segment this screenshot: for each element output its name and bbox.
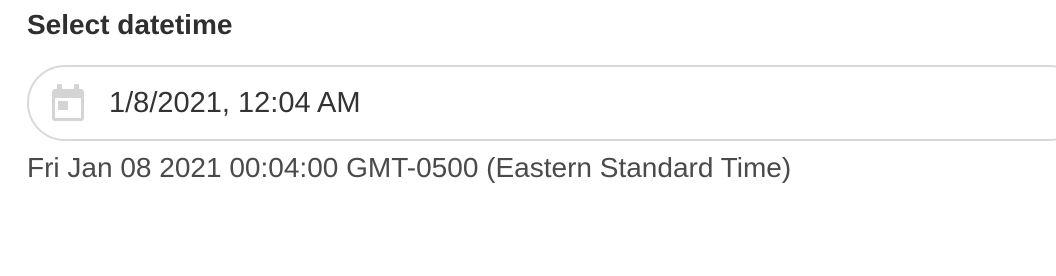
calendar-icon[interactable] (50, 82, 86, 124)
datetime-input[interactable]: 1/8/2021, 12:04 AM (27, 65, 1056, 141)
datetime-input-value[interactable]: 1/8/2021, 12:04 AM (109, 67, 361, 139)
datetime-field-label: Select datetime (27, 9, 233, 40)
full-datetime-text: Fri Jan 08 2021 00:04:00 GMT-0500 (Easte… (27, 152, 792, 183)
